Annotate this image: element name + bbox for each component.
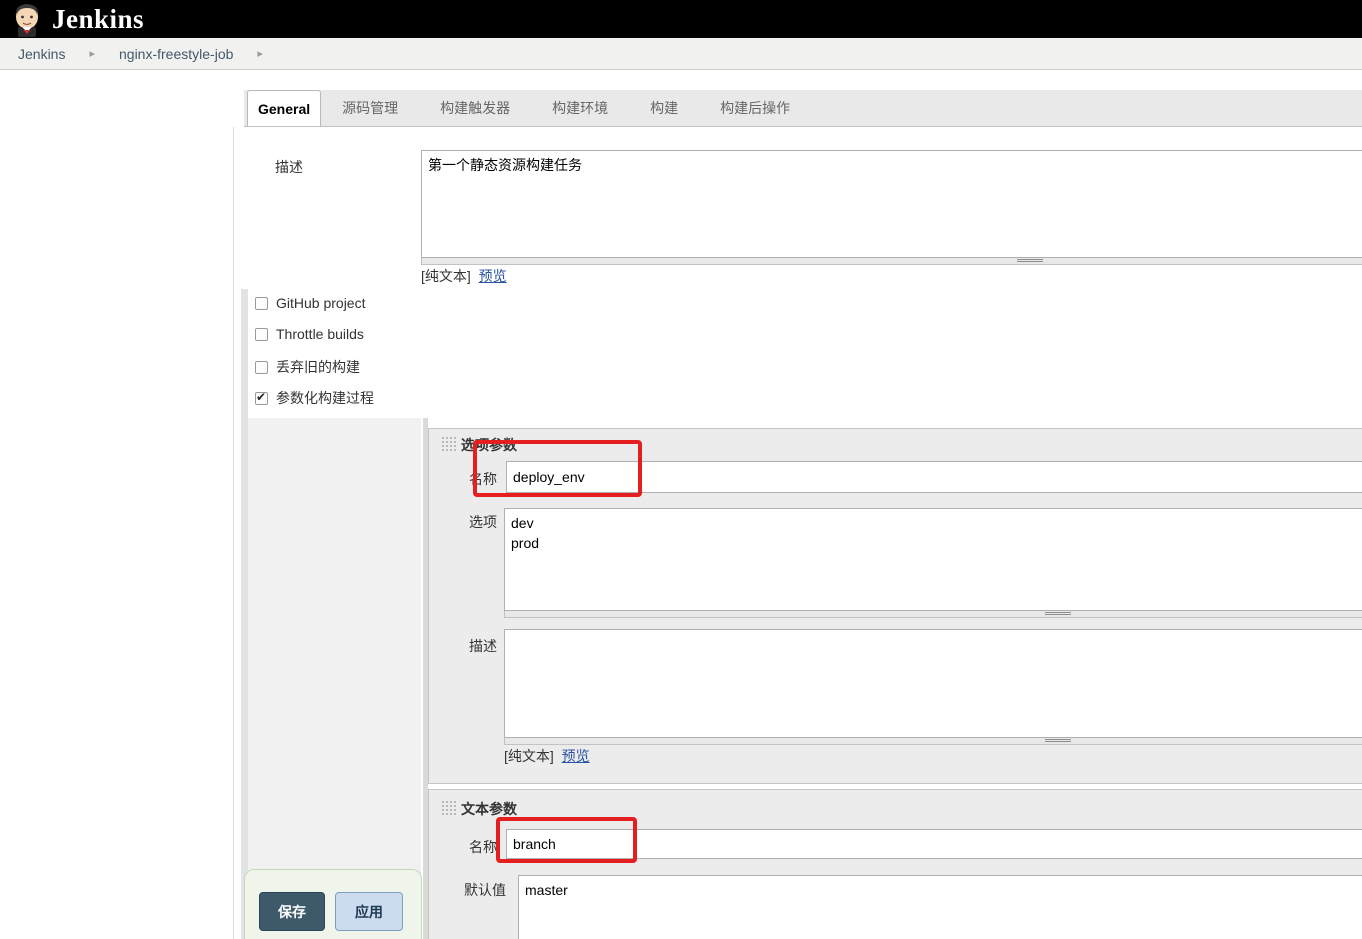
plain-text-label: [纯文本] — [504, 748, 554, 764]
breadcrumb-arrow-icon[interactable]: ▸ — [89, 47, 95, 60]
throttle-builds-checkbox[interactable] — [255, 328, 268, 341]
save-button[interactable]: 保存 — [259, 892, 325, 931]
text-name-input[interactable] — [506, 829, 1362, 859]
choice-description-textarea[interactable] — [504, 629, 1362, 738]
tab-build-environment[interactable]: 构建环境 — [531, 90, 629, 126]
app-title[interactable]: Jenkins — [52, 4, 144, 35]
breadcrumb-item-job[interactable]: nginx-freestyle-job — [119, 46, 233, 62]
breadcrumb-arrow-icon[interactable]: ▸ — [257, 47, 263, 60]
choice-options-label: 选项 — [469, 512, 497, 532]
description-textarea[interactable]: 第一个静态资源构建任务 — [421, 150, 1362, 258]
description-label: 描述 — [275, 157, 303, 177]
choice-preview-line: [纯文本] 预览 — [504, 746, 590, 766]
tab-build[interactable]: 构建 — [629, 90, 699, 126]
breadcrumb-item-jenkins[interactable]: Jenkins — [18, 46, 65, 62]
parameters-left-gutter — [248, 418, 421, 939]
tab-source-management[interactable]: 源码管理 — [321, 90, 419, 126]
resize-grip-icon — [1045, 739, 1071, 743]
choice-description-resize-handle[interactable] — [504, 738, 1362, 745]
description-preview-line: [纯文本] 预览 — [421, 266, 507, 286]
tab-build-triggers[interactable]: 构建触发器 — [419, 90, 531, 126]
github-project-label: GitHub project — [276, 295, 365, 311]
text-name-label: 名称 — [469, 837, 497, 857]
breadcrumb: Jenkins ▸ nginx-freestyle-job ▸ — [0, 38, 1362, 70]
tab-general[interactable]: General — [247, 90, 321, 126]
throttle-builds-label: Throttle builds — [276, 326, 364, 342]
preview-link[interactable]: 预览 — [479, 268, 507, 284]
choice-parameter-title: 选项参数 — [461, 435, 517, 455]
checkbox-row-throttle-builds[interactable]: Throttle builds — [255, 326, 364, 342]
text-parameter-section: 文本参数 名称 默认值 master — [428, 789, 1362, 939]
github-project-checkbox[interactable] — [255, 297, 268, 310]
save-bar: 保存 应用 — [244, 869, 422, 939]
parameterized-build-label: 参数化构建过程 — [276, 388, 374, 408]
choice-parameter-section: 选项参数 名称 选项 dev prod 描述 [纯文本] 预览 — [428, 428, 1362, 784]
resize-grip-icon — [1017, 259, 1043, 263]
preview-link[interactable]: 预览 — [562, 748, 590, 764]
resize-grip-icon — [1045, 612, 1071, 616]
apply-button[interactable]: 应用 — [335, 892, 403, 931]
section-indent-strip — [241, 289, 248, 939]
choice-options-resize-handle[interactable] — [504, 611, 1362, 618]
discard-old-builds-label: 丢弃旧的构建 — [276, 357, 360, 377]
text-default-label: 默认值 — [464, 880, 506, 900]
checkbox-row-parameterized-build[interactable]: 参数化构建过程 — [255, 388, 374, 408]
checkbox-row-discard-old-builds[interactable]: 丢弃旧的构建 — [255, 357, 360, 377]
choice-name-label: 名称 — [469, 469, 497, 489]
choice-options-textarea[interactable]: dev prod — [504, 508, 1362, 611]
jenkins-config-page: Jenkins Jenkins ▸ nginx-freestyle-job ▸ … — [0, 0, 1362, 939]
drag-handle-icon[interactable] — [441, 800, 456, 817]
discard-old-builds-checkbox[interactable] — [255, 361, 268, 374]
plain-text-label: [纯文本] — [421, 268, 471, 284]
app-header: Jenkins — [0, 0, 1362, 38]
jenkins-butler-logo-icon[interactable] — [9, 1, 45, 37]
text-default-textarea[interactable]: master — [518, 875, 1362, 939]
choice-description-label: 描述 — [469, 636, 497, 656]
form-left-border — [233, 127, 234, 939]
checkbox-row-github-project[interactable]: GitHub project — [255, 295, 365, 311]
config-tabbar: General 源码管理 构建触发器 构建环境 构建 构建后操作 — [244, 90, 1362, 127]
choice-name-input[interactable] — [506, 461, 1362, 493]
parameterized-build-checkbox[interactable] — [255, 392, 268, 405]
description-resize-handle[interactable] — [421, 258, 1362, 265]
tab-post-build-actions[interactable]: 构建后操作 — [699, 90, 811, 126]
drag-handle-icon[interactable] — [441, 436, 456, 453]
text-parameter-title: 文本参数 — [461, 799, 517, 819]
